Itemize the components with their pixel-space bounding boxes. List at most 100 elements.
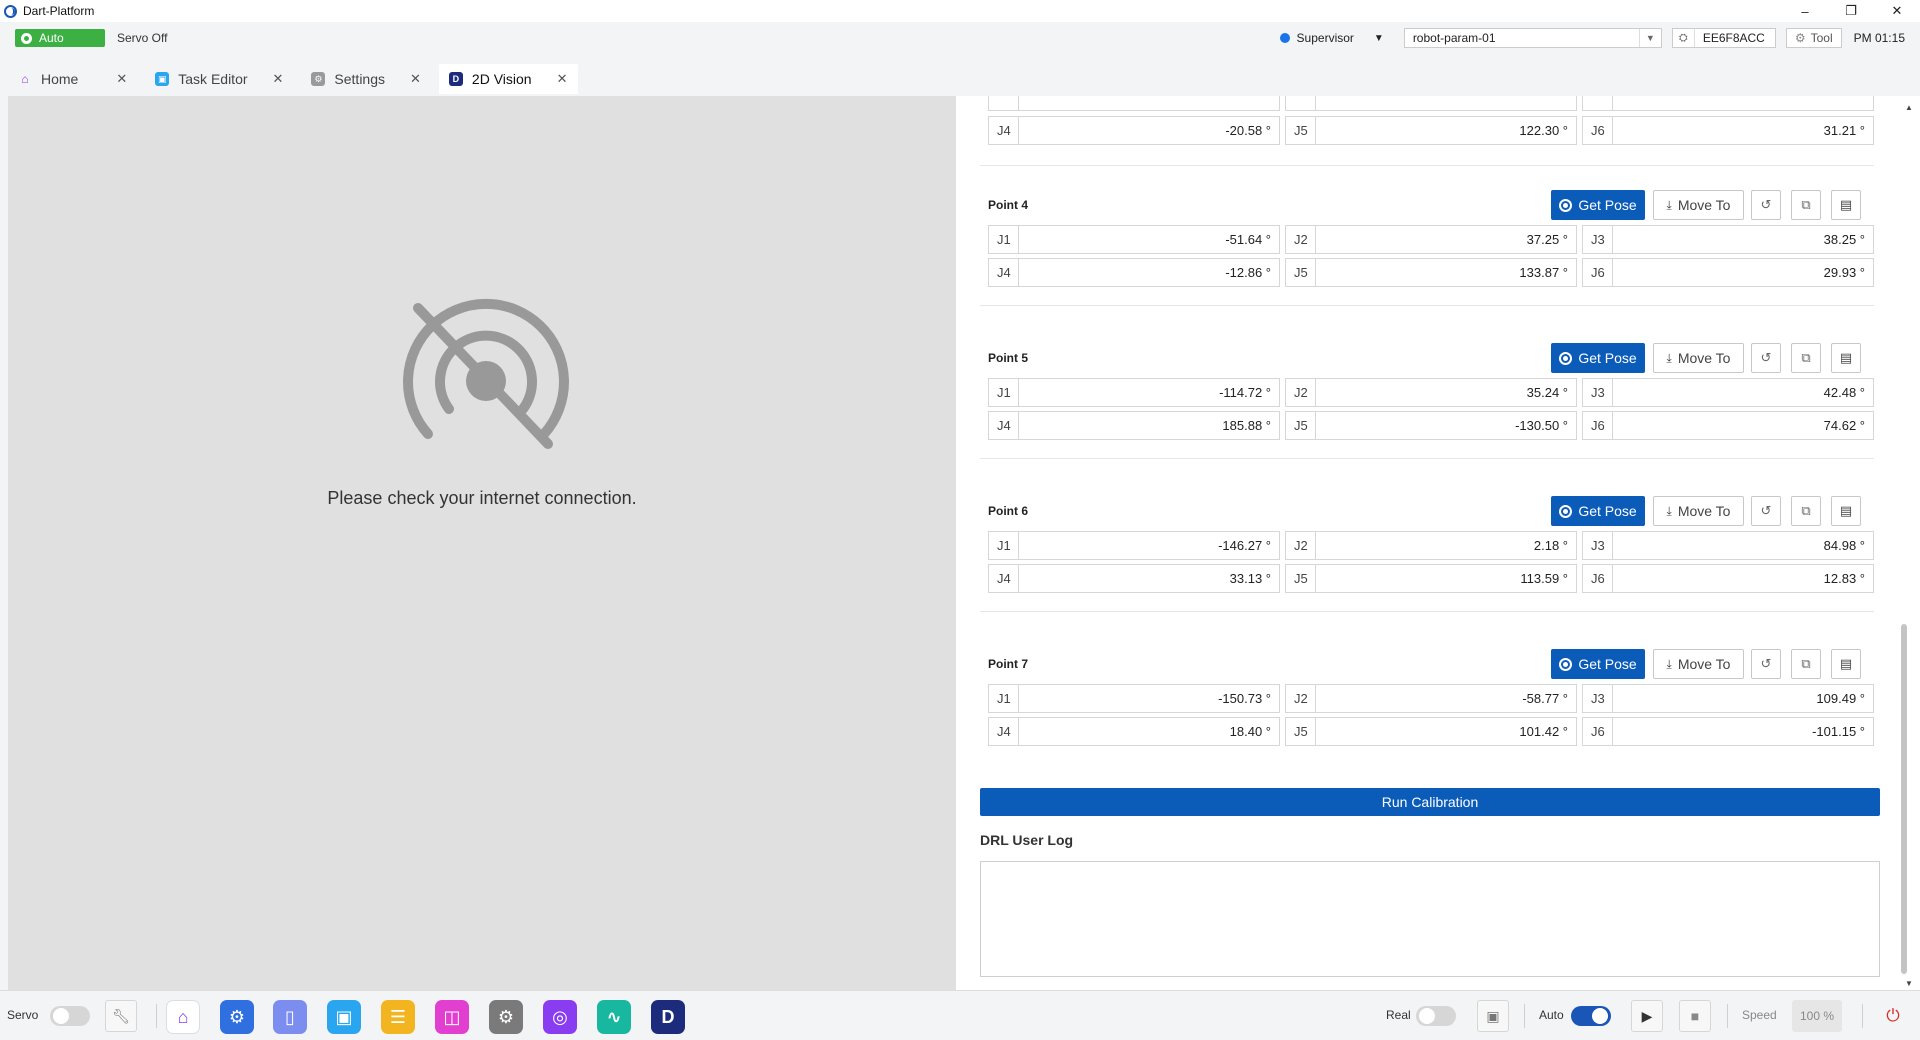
copy-button[interactable]: ⧉ [1791, 190, 1821, 220]
speed-value[interactable]: 100 % [1792, 1000, 1842, 1032]
joint-value[interactable]: 18.40 ° [1019, 718, 1279, 745]
power-button[interactable]: ⏻ [1877, 1000, 1909, 1032]
joint-field-j1[interactable]: J1 -146.27 ° [988, 531, 1280, 560]
joint-field-j4[interactable]: J4 -12.86 ° [988, 258, 1280, 287]
joint-value[interactable]: -20.58 ° [1019, 117, 1279, 144]
joint-value[interactable]: -51.64 ° [1019, 226, 1279, 253]
joint-value[interactable]: 101.42 ° [1316, 718, 1576, 745]
joint-value[interactable]: -146.27 ° [1019, 532, 1279, 559]
joint-field-j3[interactable]: J3 42.48 ° [1582, 378, 1874, 407]
auto-toggle[interactable] [1571, 1006, 1611, 1026]
joint-field-j5[interactable]: J5 133.87 ° [1285, 258, 1577, 287]
store-app-icon[interactable]: ◫ [435, 1000, 469, 1034]
joint-field[interactable] [1285, 96, 1577, 111]
joint-field-j1[interactable]: J1 -114.72 ° [988, 378, 1280, 407]
close-icon[interactable]: ✕ [273, 71, 284, 87]
joint-field-j3[interactable]: J3 109.49 ° [1582, 684, 1874, 713]
play-button[interactable]: ▶ [1631, 1000, 1663, 1032]
joint-value[interactable]: -12.86 ° [1019, 259, 1279, 286]
joint-value[interactable]: 133.87 ° [1316, 259, 1576, 286]
scroll-down-icon[interactable]: ▼ [1905, 979, 1913, 988]
reset-button[interactable]: ↺ [1751, 343, 1781, 373]
paste-button[interactable]: ▤ [1831, 343, 1861, 373]
paste-button[interactable]: ▤ [1831, 190, 1861, 220]
close-icon[interactable]: ✕ [410, 71, 421, 87]
reset-button[interactable]: ↺ [1751, 496, 1781, 526]
joint-field-j5[interactable]: J5 122.30 ° [1285, 116, 1577, 145]
joint-value[interactable]: 74.62 ° [1613, 412, 1873, 439]
camera-button[interactable]: ▣ [1477, 1000, 1509, 1032]
teach-pendant-app-icon[interactable]: ▯ [273, 1000, 307, 1034]
user-role-selector[interactable]: Supervisor ▼ [1279, 31, 1384, 45]
copy-button[interactable]: ⧉ [1791, 496, 1821, 526]
joint-field-j2[interactable]: J2 37.25 ° [1285, 225, 1577, 254]
dart-app-icon[interactable]: D [651, 1000, 685, 1034]
joint-field-j6[interactable]: J6 12.83 ° [1582, 564, 1874, 593]
joint-field-j5[interactable]: J5 -130.50 ° [1285, 411, 1577, 440]
tab-2d-vision[interactable]: D 2D Vision ✕ [438, 64, 578, 94]
robot-arm-app-icon[interactable]: ⚙ [220, 1000, 254, 1034]
joint-field[interactable] [988, 96, 1280, 111]
joint-field[interactable] [1582, 96, 1874, 111]
real-toggle[interactable] [1416, 1006, 1456, 1026]
close-icon[interactable]: ✕ [116, 71, 127, 87]
joint-field-j4[interactable]: J4 33.13 ° [988, 564, 1280, 593]
tab-home[interactable]: ⌂ Home ✕ [8, 64, 137, 94]
joint-field-j5[interactable]: J5 101.42 ° [1285, 717, 1577, 746]
get-pose-button[interactable]: Get Pose [1551, 190, 1645, 220]
joint-field-j1[interactable]: J1 -51.64 ° [988, 225, 1280, 254]
scrollbar-thumb[interactable] [1901, 624, 1907, 974]
wrench-button[interactable]: 🔧︎ [105, 1000, 137, 1032]
joint-value[interactable]: 35.24 ° [1316, 379, 1576, 406]
joint-value[interactable]: 38.25 ° [1613, 226, 1873, 253]
reset-button[interactable]: ↺ [1751, 190, 1781, 220]
joint-value[interactable]: 37.25 ° [1316, 226, 1576, 253]
joint-field-j6[interactable]: J6 31.21 ° [1582, 116, 1874, 145]
move-to-button[interactable]: ⤓ Move To [1653, 343, 1744, 373]
reset-button[interactable]: ↺ [1751, 649, 1781, 679]
joint-field-j5[interactable]: J5 113.59 ° [1285, 564, 1577, 593]
run-calibration-button[interactable]: Run Calibration [980, 788, 1880, 816]
servo-toggle[interactable] [50, 1006, 90, 1026]
move-to-button[interactable]: ⤓ Move To [1653, 496, 1744, 526]
joint-value[interactable]: -58.77 ° [1316, 685, 1576, 712]
joint-value[interactable]: -130.50 ° [1316, 412, 1576, 439]
monitor-app-icon[interactable]: ∿ [597, 1000, 631, 1034]
joint-field-j4[interactable]: J4 18.40 ° [988, 717, 1280, 746]
move-to-button[interactable]: ⤓ Move To [1653, 190, 1744, 220]
maximize-button[interactable]: ❐ [1828, 0, 1874, 22]
notes-app-icon[interactable]: ☰ [381, 1000, 415, 1034]
joint-value[interactable]: 29.93 ° [1613, 259, 1873, 286]
tab-task-editor[interactable]: ▣ Task Editor ✕ [145, 64, 293, 94]
joint-field-j6[interactable]: J6 29.93 ° [1582, 258, 1874, 287]
minimize-button[interactable]: – [1782, 0, 1828, 22]
joint-field-j3[interactable]: J3 38.25 ° [1582, 225, 1874, 254]
joint-field-j2[interactable]: J2 2.18 ° [1285, 531, 1577, 560]
scrollbar[interactable]: ▲ ▼ [1897, 96, 1920, 990]
robot-param-select[interactable]: robot-param-01 ▼ [1403, 28, 1662, 48]
joint-field-j4[interactable]: J4 -20.58 ° [988, 116, 1280, 145]
joint-value[interactable]: 185.88 ° [1019, 412, 1279, 439]
paste-button[interactable]: ▤ [1831, 496, 1861, 526]
joint-field-j1[interactable]: J1 -150.73 ° [988, 684, 1280, 713]
stop-button[interactable]: ■ [1679, 1000, 1711, 1032]
joint-value[interactable]: 2.18 ° [1316, 532, 1576, 559]
tab-settings[interactable]: ⚙ Settings ✕ [301, 64, 431, 94]
home-app-icon[interactable]: ⌂ [166, 1000, 200, 1034]
joint-value[interactable]: 109.49 ° [1613, 685, 1873, 712]
joint-field-j6[interactable]: J6 -101.15 ° [1582, 717, 1874, 746]
joint-field-j2[interactable]: J2 -58.77 ° [1285, 684, 1577, 713]
joint-value[interactable]: 12.83 ° [1613, 565, 1873, 592]
tool-button[interactable]: ⚙ Tool [1785, 28, 1842, 48]
close-window-button[interactable]: ✕ [1874, 0, 1920, 22]
drl-user-log[interactable] [980, 861, 1880, 977]
joint-field-j2[interactable]: J2 35.24 ° [1285, 378, 1577, 407]
target-app-icon[interactable]: ◎ [543, 1000, 577, 1034]
joint-value[interactable]: 42.48 ° [1613, 379, 1873, 406]
task-editor-app-icon[interactable]: ▣ [327, 1000, 361, 1034]
joint-value[interactable]: 31.21 ° [1613, 117, 1873, 144]
joint-value[interactable]: -150.73 ° [1019, 685, 1279, 712]
scroll-up-icon[interactable]: ▲ [1905, 103, 1913, 112]
joint-value[interactable]: -114.72 ° [1019, 379, 1279, 406]
paste-button[interactable]: ▤ [1831, 649, 1861, 679]
